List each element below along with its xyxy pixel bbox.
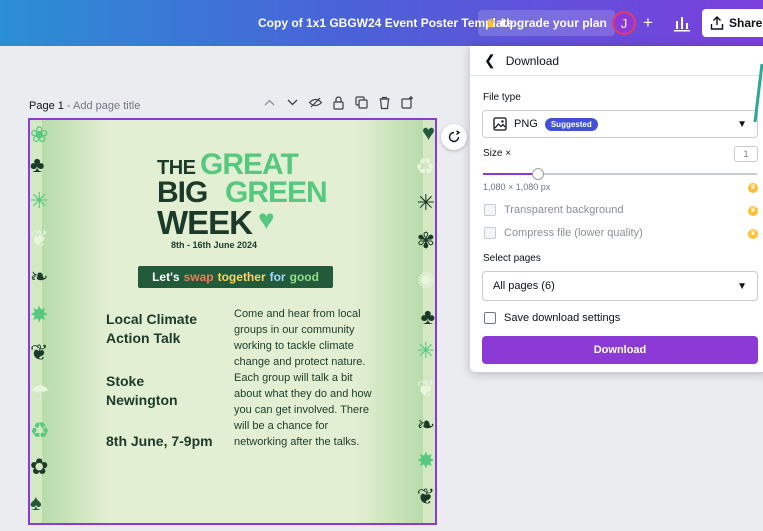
event-time: 8th June, 7-9pm [106, 433, 213, 449]
sprout-icon: ♣ [30, 152, 45, 177]
chevron-down-icon[interactable] [285, 95, 300, 110]
share-button[interactable]: Share [702, 9, 763, 37]
insights-button[interactable] [672, 12, 692, 34]
chevron-down-icon: ▼ [737, 118, 747, 130]
upgrade-button[interactable]: ♛ Upgrade your plan [478, 10, 615, 36]
leaf-icon: ❧ [30, 264, 49, 289]
recycle-icon: ♻ [415, 154, 435, 179]
right-decoration-strip: ♥ ♻ ✳ ✾ ✺ ♣ ✳ ❦ ❧ ✸ ❦ [413, 120, 435, 523]
save-settings-label: Save download settings [504, 312, 621, 324]
download-panel: ❮ Download File type PNG Suggested ▼ Siz… [470, 46, 763, 372]
pro-crown-icon: ♛ [748, 229, 758, 239]
transparent-label: Transparent background [504, 204, 624, 216]
poster-title-week: WEEK [157, 204, 253, 241]
leaf-icon: ❧ [416, 412, 435, 437]
top-bar: Copy of 1x1 GBGW24 Event Poster Template… [0, 0, 763, 46]
event-location: Stoke Newington [106, 373, 178, 408]
pro-crown-icon: ♛ [748, 206, 758, 216]
transparent-checkbox[interactable] [484, 204, 496, 216]
compress-label: Compress file (lower quality) [504, 227, 643, 239]
pages-value: All pages (6) [493, 280, 555, 292]
page-label: Page 1 - Add page title [29, 100, 141, 112]
suggested-badge: Suggested [544, 117, 598, 131]
poster-canvas[interactable]: ❀ ♣ ✳ ❦ ❧ ✸ ❦ ☂ ♻ ✿ ♠ ♥ ♻ ✳ ✾ ✺ ♣ ✳ ❦ ❧ … [28, 118, 437, 525]
duplicate-icon[interactable] [354, 95, 369, 110]
star-icon: ✳ [416, 190, 435, 215]
refresh-button[interactable] [441, 124, 467, 150]
compress-checkbox[interactable] [484, 227, 496, 239]
file-type-value: PNG [514, 118, 538, 130]
size-slider-thumb[interactable] [532, 168, 544, 180]
star-icon: ✳ [416, 338, 435, 363]
size-label: Size × [483, 148, 512, 159]
leaf-icon: ❀ [30, 122, 49, 147]
lightbulb-icon: ♥ [421, 120, 435, 145]
size-slider-fill [483, 173, 538, 175]
back-chevron-icon[interactable]: ❮ [484, 52, 496, 69]
compress-file-option[interactable]: Compress file (lower quality) [484, 227, 643, 239]
size-input[interactable]: 1 [734, 146, 758, 162]
feather-icon: ❦ [416, 376, 435, 401]
event-description: Come and hear from local groups in our c… [234, 308, 372, 448]
pro-crown-icon: ♛ [748, 183, 758, 193]
upgrade-label: Upgrade your plan [500, 16, 607, 30]
watering-can-icon: ☂ [30, 380, 50, 405]
chevron-up-icon[interactable] [262, 95, 277, 110]
trash-icon[interactable] [377, 95, 392, 110]
pages-select[interactable]: All pages (6) ▼ [482, 271, 758, 301]
page-number: Page 1 [29, 100, 64, 112]
recycle-icon: ♻ [30, 418, 50, 443]
panel-title: Download [505, 53, 560, 68]
size-slider[interactable] [483, 168, 757, 180]
select-pages-label: Select pages [483, 253, 541, 264]
poster-banner: Let's swap together for good [138, 266, 333, 288]
event-title: Local Climate Action Talk [106, 311, 198, 346]
add-collaborator-button[interactable]: + [638, 13, 658, 33]
page-title-input[interactable]: Add page title [73, 100, 140, 112]
flower-icon: ✺ [416, 268, 435, 293]
sun-icon: ✸ [416, 448, 435, 473]
file-type-label: File type [483, 92, 521, 103]
fern-icon: ❦ [416, 484, 435, 509]
fern-icon: ❦ [30, 340, 49, 365]
avatar[interactable]: J [612, 11, 636, 35]
document-title[interactable]: Copy of 1x1 GBGW24 Event Poster Template [258, 16, 513, 30]
bar-chart-icon [674, 17, 690, 32]
teal-arrow-decoration [753, 64, 763, 123]
refresh-icon [448, 130, 461, 143]
file-type-select[interactable]: PNG Suggested ▼ [482, 110, 758, 138]
sun-icon: ✸ [30, 302, 49, 327]
save-settings-checkbox[interactable] [484, 312, 496, 324]
crown-icon: ♛ [486, 17, 496, 30]
bee-icon: ✿ [30, 454, 49, 479]
upload-icon [710, 16, 724, 30]
left-decoration-strip: ❀ ♣ ✳ ❦ ❧ ✸ ❦ ☂ ♻ ✿ ♠ [30, 120, 52, 523]
bee-icon: ✾ [416, 228, 435, 253]
feather-icon: ❦ [30, 226, 49, 251]
star-icon: ✳ [30, 188, 49, 213]
save-settings-option[interactable]: Save download settings [484, 312, 620, 324]
share-label: Share [729, 16, 763, 30]
heart-icon: ♥ [258, 204, 275, 235]
download-button[interactable]: Download [482, 336, 758, 364]
sprout-icon: ♣ [420, 304, 435, 329]
chevron-down-icon: ▼ [737, 280, 747, 292]
add-page-icon[interactable] [400, 95, 415, 110]
tree-icon: ♠ [30, 490, 42, 515]
page-toolbar [262, 95, 415, 110]
lock-icon[interactable] [331, 95, 346, 110]
panel-header: ❮ Download [470, 46, 763, 76]
poster-dates: 8th - 16th June 2024 [171, 240, 258, 250]
dimensions-readout: 1,080 × 1,080 px [483, 182, 551, 192]
image-icon [493, 117, 507, 131]
hide-icon[interactable] [308, 95, 323, 110]
transparent-background-option[interactable]: Transparent background [484, 204, 623, 216]
